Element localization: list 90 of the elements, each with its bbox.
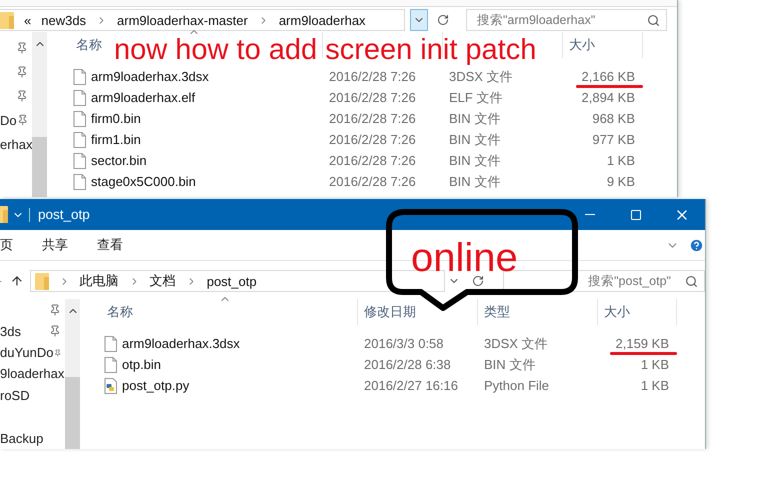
breadcrumb-overflow[interactable]: «	[24, 12, 32, 28]
file-icon	[73, 90, 86, 106]
python-file-icon	[104, 378, 117, 394]
date-cell-text: 2016/2/28 7:26	[328, 153, 417, 168]
file-name[interactable]: otp.bin	[122, 357, 162, 372]
type-cell-text: 3DSX 文件	[448, 68, 514, 86]
file-icon	[73, 174, 86, 190]
breadcrumb[interactable]: arm9loaderhax	[278, 12, 366, 28]
type-cell-text: ELF 文件	[448, 88, 504, 106]
sidebar-item[interactable]: roSD	[0, 388, 30, 403]
breadcrumb[interactable]: 文档	[150, 272, 176, 290]
ribbon-tab[interactable]: 页	[0, 236, 13, 254]
search-icon[interactable]	[684, 274, 698, 288]
file-icon	[73, 68, 86, 84]
help-icon[interactable]	[689, 238, 704, 252]
size-cell-text: 968 KB	[592, 111, 636, 126]
folder-icon	[0, 12, 14, 28]
column-header[interactable]: 名称	[76, 36, 102, 54]
sidebar-item[interactable]: erhax	[0, 136, 33, 152]
refresh-icon	[437, 14, 449, 26]
size-cell: 2,159 KB	[616, 336, 677, 351]
file-name[interactable]: arm9loaderhax.elf	[91, 90, 196, 105]
breadcrumb[interactable]: new3ds	[41, 12, 86, 28]
column-header[interactable]: 名称	[107, 303, 133, 321]
file-name[interactable]: stage0x5C000.bin	[91, 174, 196, 189]
pin-icon[interactable]	[49, 325, 61, 338]
pin-icon[interactable]	[16, 114, 28, 126]
column-header[interactable]: 类型	[484, 303, 510, 321]
file-name[interactable]: firm1.bin	[91, 132, 141, 147]
file-icon	[73, 132, 86, 148]
sidebar-item[interactable]: Backup	[0, 430, 44, 446]
pin-icon[interactable]	[16, 42, 28, 54]
file-name[interactable]: firm0.bin	[91, 111, 141, 126]
maximize-icon	[630, 208, 642, 220]
minimize-icon	[585, 214, 595, 215]
breadcrumb[interactable]: post_otp	[206, 274, 257, 288]
date-cell-text: 2016/2/28 6:38	[363, 357, 452, 372]
date-cell-text: 2016/2/28 7:26	[328, 69, 417, 84]
size-cell-text: 1 KB	[640, 378, 670, 393]
scrollbar-thumb[interactable]	[32, 137, 47, 197]
date-cell-text: 2016/2/28 7:26	[328, 174, 417, 189]
sidebar-item[interactable]: Do	[0, 112, 17, 128]
search-icon[interactable]	[647, 14, 660, 26]
type-cell-text: BIN 文件	[448, 110, 502, 128]
sidebar-item[interactable]: 9loaderhax	[0, 366, 64, 382]
file-name[interactable]: sector.bin	[91, 153, 147, 168]
ribbon-tab[interactable]: 共享	[42, 236, 68, 254]
file-icon	[104, 356, 117, 372]
date-cell-text: 2016/2/28 7:26	[328, 132, 417, 147]
dropdown-button[interactable]	[410, 9, 428, 31]
sidebar-item[interactable]: duYunDo	[0, 345, 54, 360]
size-cell: 2,166 KB	[582, 69, 643, 84]
column-header[interactable]: 修改日期	[364, 303, 416, 321]
file-name[interactable]: arm9loaderhax.3dsx	[122, 336, 240, 351]
ribbon-tab[interactable]: 查看	[97, 236, 123, 254]
pin-icon[interactable]	[54, 346, 61, 359]
folder-icon	[34, 272, 49, 290]
column-header[interactable]: 大小	[569, 36, 595, 54]
date-cell-text: 2016/2/28 7:26	[328, 111, 417, 126]
date-cell-text: 2016/3/3 0:58	[363, 336, 445, 351]
file-name[interactable]: post_otp.py	[122, 378, 190, 393]
size-cell-text: 977 KB	[592, 132, 636, 147]
refresh-icon	[472, 275, 484, 287]
type-cell-text: BIN 文件	[448, 130, 502, 148]
window-title: post_otp	[38, 207, 90, 222]
size-cell-text: 9 KB	[606, 174, 636, 189]
file-icon	[73, 110, 86, 126]
file-icon	[104, 336, 117, 352]
type-cell-text: 3DSX 文件	[483, 334, 549, 352]
annotation-text: online	[411, 236, 518, 281]
type-cell-text: BIN 文件	[448, 152, 502, 170]
size-cell-text: 2,894 KB	[582, 90, 636, 105]
type-cell-text: Python File	[483, 378, 550, 393]
date-cell-text: 2016/2/27 16:16	[363, 378, 459, 393]
pin-icon[interactable]	[49, 304, 61, 316]
column-header[interactable]: 大小	[604, 303, 630, 321]
type-cell-text: BIN 文件	[483, 356, 536, 374]
sidebar-item[interactable]: 3ds	[0, 324, 21, 339]
pin-icon[interactable]	[16, 90, 28, 102]
date-cell-text: 2016/2/28 7:26	[328, 90, 417, 105]
breadcrumb[interactable]: arm9loaderhax-master	[117, 12, 248, 28]
type-cell-text: BIN 文件	[448, 172, 502, 190]
scrollbar-thumb[interactable]	[65, 377, 80, 449]
size-cell-text: 1 KB	[640, 357, 670, 372]
file-name[interactable]: arm9loaderhax.3dsx	[91, 69, 209, 84]
pin-icon[interactable]	[16, 66, 28, 78]
file-icon	[73, 152, 86, 168]
breadcrumb[interactable]: 此电脑	[80, 272, 119, 290]
annotation-text: now how to add screen init patch	[114, 34, 536, 67]
size-cell-text: 1 KB	[606, 153, 636, 168]
